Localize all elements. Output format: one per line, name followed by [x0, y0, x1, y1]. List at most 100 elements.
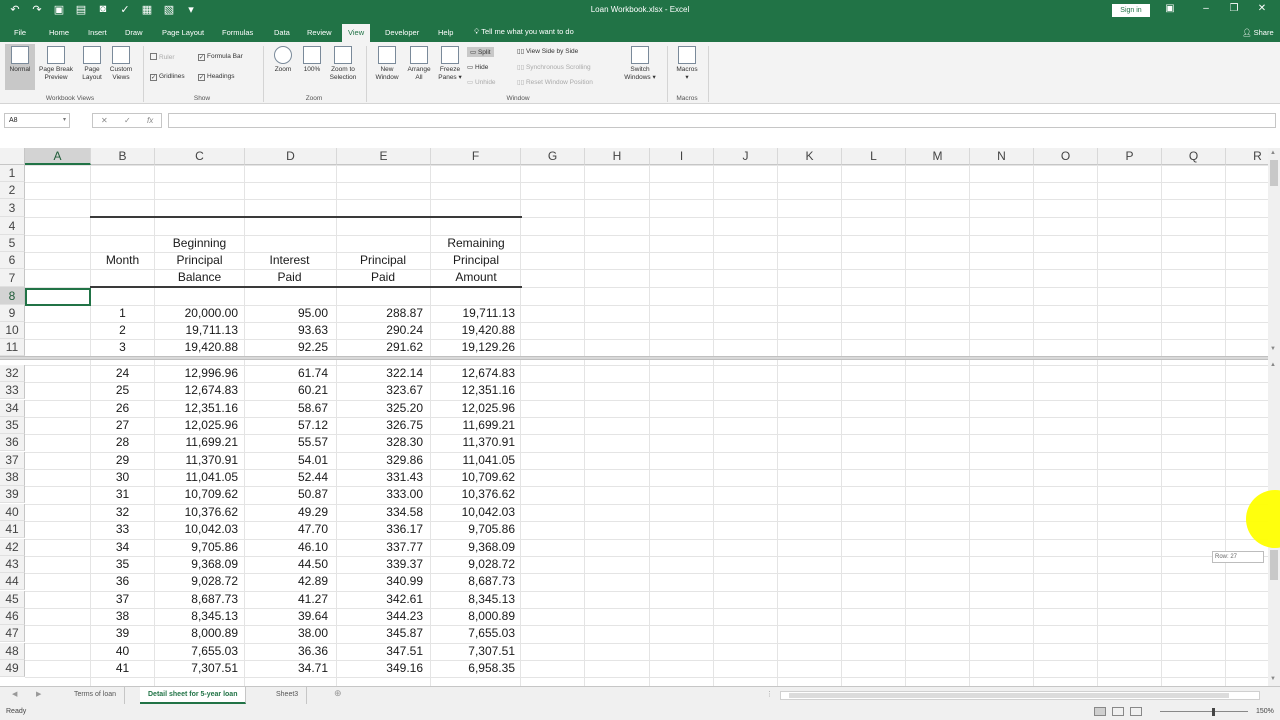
scroll-down-icon-top-pane[interactable]: ▼: [1270, 346, 1276, 352]
ribbon-display-options-icon[interactable]: ▣: [1162, 3, 1178, 14]
row-header-47[interactable]: 47: [0, 625, 25, 642]
column-header-i[interactable]: I: [650, 148, 714, 165]
scroll-up-icon-bottom-pane[interactable]: ▲: [1270, 362, 1276, 368]
sheet-prev-icon[interactable]: ◀: [12, 690, 17, 698]
cell-interest-paid[interactable]: 49.29: [245, 504, 328, 521]
cell-principal-paid[interactable]: 326.75: [337, 417, 423, 434]
cell-interest-paid[interactable]: 46.10: [245, 539, 328, 556]
cell-month[interactable]: 1: [91, 305, 154, 322]
cell-month[interactable]: 24: [91, 365, 154, 382]
zoom-slider[interactable]: [1160, 711, 1248, 712]
cell-principal-paid[interactable]: 323.67: [337, 382, 423, 399]
cell-month[interactable]: 26: [91, 400, 154, 417]
cell-interest-paid[interactable]: 42.89: [245, 573, 328, 590]
row-header-6[interactable]: 6: [0, 252, 25, 269]
cell-beginning-balance[interactable]: 10,042.03: [155, 521, 238, 538]
tab-formulas[interactable]: Formulas: [222, 28, 253, 37]
formula-input[interactable]: [168, 113, 1276, 128]
tab-page-layout[interactable]: Page Layout: [162, 28, 204, 37]
cell-beginning-balance[interactable]: 11,370.91: [155, 452, 239, 469]
cell-remaining-amount[interactable]: 9,368.09: [431, 539, 515, 556]
cell-month[interactable]: 41: [91, 660, 154, 677]
column-header-g[interactable]: G: [521, 148, 585, 165]
column-header-o[interactable]: O: [1034, 148, 1098, 165]
tab-draw[interactable]: Draw: [125, 28, 143, 37]
cell-remaining-amount[interactable]: 8,000.89: [431, 608, 515, 625]
cell-month[interactable]: 40: [91, 643, 154, 660]
formula-bar-checkbox[interactable]: ✓ Formula Bar: [198, 53, 243, 61]
row-header-46[interactable]: 46: [0, 608, 25, 625]
cell-remaining-amount[interactable]: 6,958.35: [431, 660, 515, 677]
cell-principal-paid[interactable]: 336.17: [337, 521, 423, 538]
column-header-b[interactable]: B: [91, 148, 155, 165]
gridlines-checkbox[interactable]: ✓ Gridlines: [150, 73, 185, 81]
cell-beginning-balance[interactable]: 9,705.86: [155, 539, 238, 556]
tab-data[interactable]: Data: [274, 28, 290, 37]
cell-month[interactable]: 33: [91, 521, 154, 538]
row-header-48[interactable]: 48: [0, 643, 25, 660]
column-header-f[interactable]: F: [431, 148, 521, 165]
vertical-scrollbar[interactable]: ▲ ▼ ▲ ▼: [1268, 148, 1280, 686]
cell-interest-paid[interactable]: 34.71: [245, 660, 328, 677]
cell-interest-paid[interactable]: 55.57: [245, 434, 328, 451]
split-toggle[interactable]: ▭ Split: [467, 47, 494, 57]
cell-remaining-amount[interactable]: 19,129.26: [431, 339, 515, 356]
cell-beginning-balance[interactable]: 9,368.09: [155, 556, 238, 573]
tab-review[interactable]: Review: [307, 28, 332, 37]
cell-remaining-amount[interactable]: 8,687.73: [431, 573, 515, 590]
cell-beginning-balance[interactable]: 8,000.89: [155, 625, 238, 642]
row-header-34[interactable]: 34: [0, 400, 25, 417]
normal-view-button[interactable]: Normal: [5, 44, 35, 90]
cell-remaining-amount[interactable]: 12,025.96: [431, 400, 515, 417]
switch-windows-button[interactable]: Switch Windows ▾: [620, 46, 660, 82]
headings-checkbox[interactable]: ✓ Headings: [198, 73, 234, 81]
page-break-preview-button[interactable]: Page Break Preview: [37, 46, 75, 82]
cell-interest-paid[interactable]: 60.21: [245, 382, 328, 399]
row-header-38[interactable]: 38: [0, 469, 25, 486]
cell-beginning-balance[interactable]: 12,996.96: [155, 365, 238, 382]
insert-function-icon[interactable]: fx: [147, 116, 153, 125]
cell-principal-paid[interactable]: 333.00: [337, 486, 423, 503]
normal-view-status-icon[interactable]: [1094, 707, 1106, 716]
cell-month[interactable]: 34: [91, 539, 154, 556]
cell-month[interactable]: 37: [91, 591, 154, 608]
row-header-42[interactable]: 42: [0, 539, 25, 556]
cell-beginning-balance[interactable]: 20,000.00: [155, 305, 238, 322]
cell-interest-paid[interactable]: 95.00: [245, 305, 328, 322]
tab-insert[interactable]: Insert: [88, 28, 107, 37]
freeze-panes-button[interactable]: Freeze Panes ▾: [435, 46, 465, 82]
name-box-dropdown-icon[interactable]: ▾: [63, 116, 66, 123]
cell-interest-paid[interactable]: 38.00: [245, 625, 328, 642]
tab-file[interactable]: File: [14, 28, 26, 37]
cell-remaining-amount[interactable]: 7,307.51: [431, 643, 515, 660]
close-button[interactable]: ✕: [1254, 3, 1270, 14]
column-header-a[interactable]: A: [25, 148, 91, 165]
column-header-j[interactable]: J: [714, 148, 778, 165]
cell-beginning-balance[interactable]: 9,028.72: [155, 573, 238, 590]
column-header-k[interactable]: K: [778, 148, 842, 165]
cell-interest-paid[interactable]: 54.01: [245, 452, 328, 469]
scroll-down-icon[interactable]: ▼: [1270, 676, 1276, 682]
tab-help[interactable]: Help: [438, 28, 453, 37]
cell-remaining-amount[interactable]: 11,041.05: [431, 452, 516, 469]
sign-in-button[interactable]: Sign in: [1112, 4, 1150, 17]
cell-month[interactable]: 29: [91, 452, 154, 469]
tab-view[interactable]: View: [342, 24, 371, 42]
cell-interest-paid[interactable]: 39.64: [245, 608, 328, 625]
cell-month[interactable]: 3: [91, 339, 154, 356]
minimize-button[interactable]: –: [1198, 3, 1214, 14]
column-header-m[interactable]: M: [906, 148, 970, 165]
cell-remaining-amount[interactable]: 19,420.88: [431, 322, 515, 339]
hide-button[interactable]: ▭ Hide: [467, 63, 488, 71]
zoom-level[interactable]: 150%: [1256, 708, 1274, 715]
cell-month[interactable]: 27: [91, 417, 154, 434]
cell-interest-paid[interactable]: 61.74: [245, 365, 328, 382]
cell-month[interactable]: 35: [91, 556, 154, 573]
zoom-100-button[interactable]: 100%: [300, 46, 324, 74]
cell-remaining-amount[interactable]: 7,655.03: [431, 625, 515, 642]
sheet-tab-sheet3[interactable]: Sheet3: [268, 687, 308, 704]
cell-beginning-balance[interactable]: 7,307.51: [155, 660, 238, 677]
cell-beginning-balance[interactable]: 12,351.16: [155, 400, 238, 417]
cell-beginning-balance[interactable]: 10,709.62: [155, 486, 238, 503]
row-header-4[interactable]: 4: [0, 217, 25, 235]
